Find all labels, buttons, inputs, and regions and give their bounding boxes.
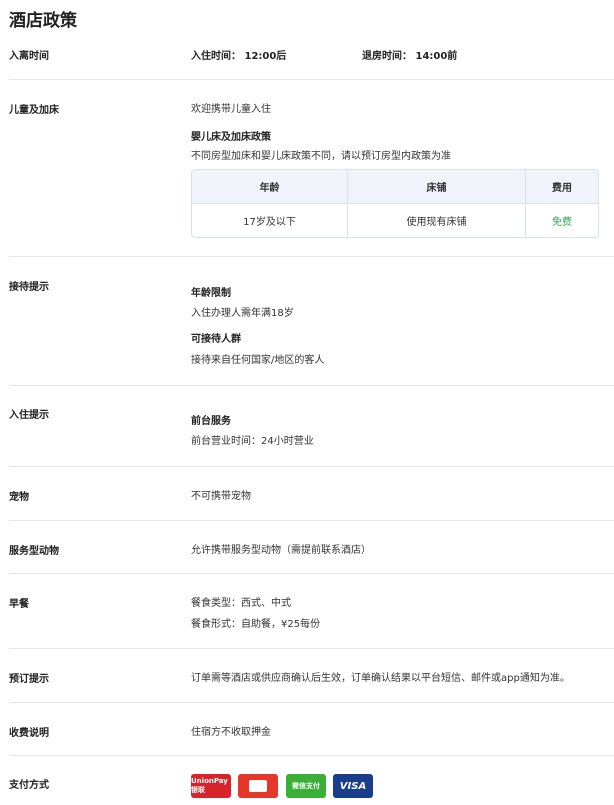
section-label: 支付方式 [9, 780, 49, 791]
service-animals-text: 允许携带服务型动物（需提前联系酒店） [191, 545, 371, 556]
section-service-animals: 服务型动物 允许携带服务型动物（需提前联系酒店） [9, 521, 614, 574]
page-title: 酒店政策 [9, 11, 77, 31]
section-pets: 宠物 不可携带宠物 [9, 467, 614, 521]
section-label: 接待提示 [9, 282, 49, 293]
table-header-age: 年龄 [192, 170, 347, 203]
checkin-time: 入住时间： 12:00后 [191, 51, 287, 62]
table-header-bed: 床铺 [348, 170, 525, 203]
pets-text: 不可携带宠物 [191, 491, 251, 502]
payment-methods: UnionPay 银联 微信支付 VISA [191, 774, 391, 798]
age-limit-title: 年龄限制 [191, 288, 231, 299]
visa-icon: VISA [333, 774, 373, 798]
age-limit-text: 入住办理人需年满18岁 [191, 308, 294, 319]
section-checkin-tips: 入住提示 前台服务 前台营业时间：24小时营业 [9, 386, 614, 467]
children-welcome: 欢迎携带儿童入住 [191, 104, 271, 115]
front-desk-hours: 前台营业时间：24小时营业 [191, 436, 314, 447]
section-label: 入离时间 [9, 51, 49, 62]
table-header-fee: 费用 [526, 170, 598, 203]
section-breakfast: 早餐 餐食类型：西式、中式 餐食形式：自助餐，¥25每份 [9, 574, 614, 649]
section-fees: 收费说明 住宿方不收取押金 [9, 703, 614, 756]
section-children: 儿童及加床 欢迎携带儿童入住 婴儿床及加床政策 不同房型加床和婴儿床政策不同，请… [9, 80, 614, 257]
bed-policy-table: 年龄 床铺 费用 17岁及以下 使用现有床铺 免费 [191, 169, 599, 238]
section-label: 入住提示 [9, 410, 49, 421]
card-icon [238, 774, 278, 798]
crib-policy-desc: 不同房型加床和婴儿床政策不同，请以预订房型内政策为准 [191, 151, 451, 162]
section-label: 早餐 [9, 599, 29, 610]
unionpay-icon: UnionPay 银联 [191, 774, 231, 798]
section-label: 宠物 [9, 492, 29, 503]
section-checkin-time: 入离时间 入住时间： 12:00后 退房时间： 14:00前 [9, 30, 614, 80]
section-booking: 预订提示 订单需等酒店或供应商确认后生效，订单确认结果以平台短信、邮件或app通… [9, 649, 614, 703]
fees-text: 住宿方不收取押金 [191, 727, 271, 738]
section-payment: 支付方式 UnionPay 银联 微信支付 VISA [9, 756, 614, 805]
meal-type: 餐食类型：西式、中式 [191, 598, 291, 609]
section-label: 预订提示 [9, 674, 49, 685]
guests-title: 可接待人群 [191, 334, 241, 345]
section-label: 收费说明 [9, 728, 49, 739]
table-cell-bed: 使用现有床铺 [406, 217, 467, 228]
meal-form: 餐食形式：自助餐，¥25每份 [191, 619, 321, 630]
table-cell-age: 17岁及以下 [243, 217, 296, 228]
crib-policy-title: 婴儿床及加床政策 [191, 132, 271, 143]
section-label: 儿童及加床 [9, 105, 59, 116]
checkout-time: 退房时间： 14:00前 [362, 51, 458, 62]
table-cell-fee: 免费 [552, 217, 572, 228]
wechat-pay-icon: 微信支付 [286, 774, 326, 798]
front-desk-title: 前台服务 [191, 416, 231, 427]
section-reception: 接待提示 年龄限制 入住办理人需年满18岁 可接待人群 接待来自任何国家/地区的… [9, 257, 614, 386]
booking-text: 订单需等酒店或供应商确认后生效，订单确认结果以平台短信、邮件或app通知为准。 [191, 673, 570, 684]
guests-text: 接待来自任何国家/地区的客人 [191, 355, 325, 366]
section-label: 服务型动物 [9, 546, 59, 557]
